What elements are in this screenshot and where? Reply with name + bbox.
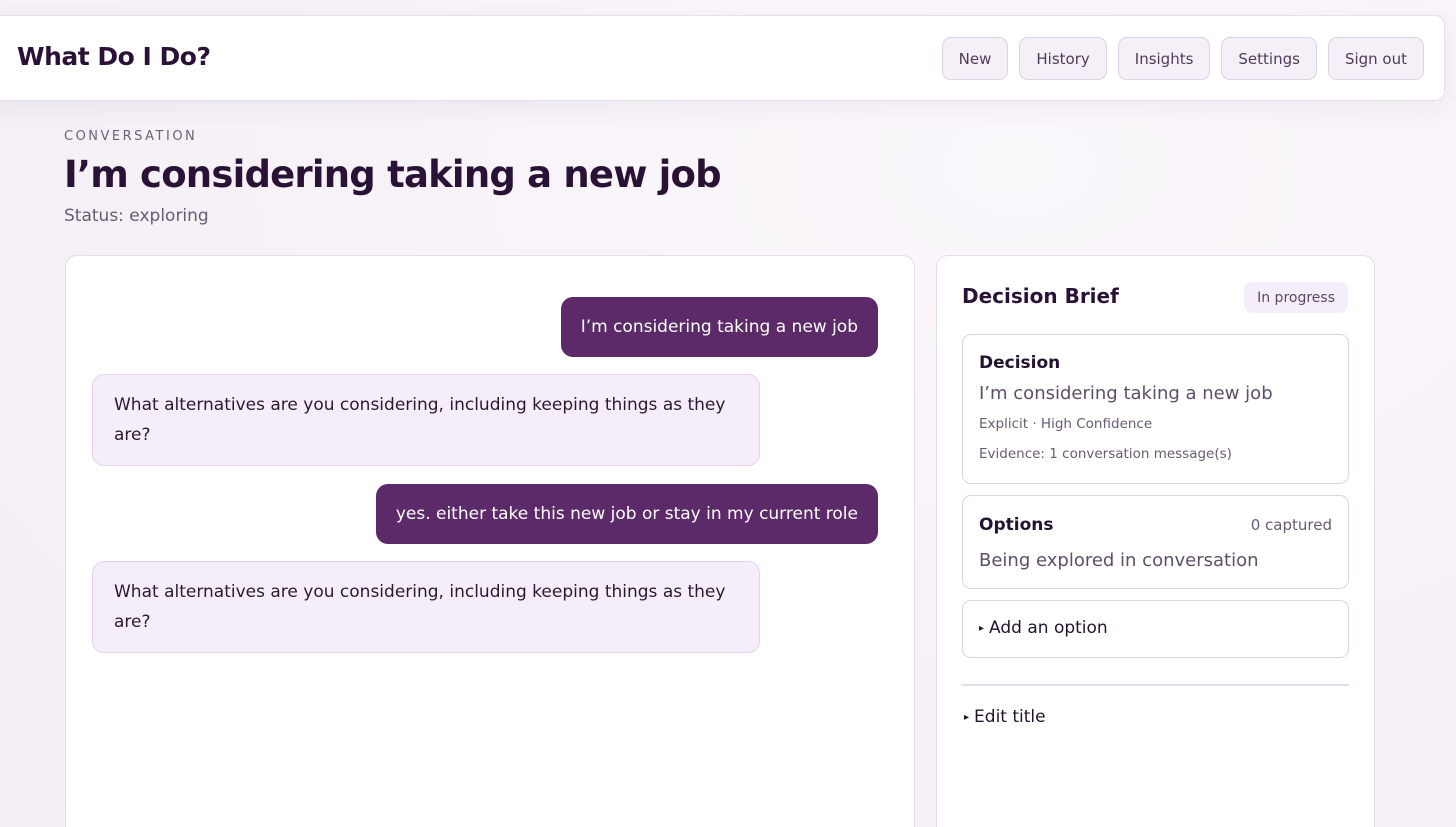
triangle-right-icon: ▸ bbox=[964, 711, 970, 723]
chat-panel: I’m considering taking a new job What al… bbox=[65, 255, 915, 827]
add-option-label: Add an option bbox=[989, 618, 1108, 638]
new-button[interactable]: New bbox=[941, 37, 1009, 80]
top-bar: What Do I Do? New History Insights Setti… bbox=[0, 15, 1445, 101]
decision-card: Decision I’m considering taking a new jo… bbox=[962, 334, 1349, 484]
edit-title-toggle[interactable]: ▸ Edit title bbox=[964, 707, 1046, 727]
assistant-message: What alternatives are you considering, i… bbox=[92, 374, 760, 466]
top-nav: New History Insights Settings Sign out bbox=[941, 37, 1424, 80]
sign-out-button[interactable]: Sign out bbox=[1327, 37, 1424, 80]
triangle-right-icon: ▸ bbox=[979, 622, 985, 634]
decision-label: Decision bbox=[979, 353, 1061, 373]
decision-value: I’m considering taking a new job bbox=[979, 383, 1273, 404]
add-option-toggle[interactable]: ▸ Add an option bbox=[962, 600, 1349, 658]
insights-button[interactable]: Insights bbox=[1117, 37, 1211, 80]
history-button[interactable]: History bbox=[1019, 37, 1107, 80]
settings-button[interactable]: Settings bbox=[1221, 37, 1317, 80]
status-text: Status: exploring bbox=[64, 206, 209, 226]
options-label: Options bbox=[979, 515, 1054, 535]
options-value: Being explored in conversation bbox=[979, 550, 1259, 571]
user-message: I’m considering taking a new job bbox=[560, 297, 878, 357]
decision-evidence: Evidence: 1 conversation message(s) bbox=[979, 446, 1232, 462]
options-count: 0 captured bbox=[1250, 516, 1332, 534]
assistant-message: What alternatives are you considering, i… bbox=[92, 561, 760, 653]
decision-brief-panel: Decision Brief In progress Decision I’m … bbox=[936, 255, 1375, 827]
status-badge: In progress bbox=[1244, 282, 1348, 313]
brief-title: Decision Brief bbox=[962, 284, 1119, 308]
section-eyebrow: CONVERSATION bbox=[64, 129, 198, 144]
add-option-summary[interactable]: ▸ Add an option bbox=[979, 618, 1108, 638]
edit-title-label: Edit title bbox=[974, 707, 1046, 727]
decision-confidence: Explicit · High Confidence bbox=[979, 416, 1153, 432]
divider bbox=[962, 684, 1349, 686]
app-title[interactable]: What Do I Do? bbox=[17, 42, 211, 71]
options-card: Options 0 captured Being explored in con… bbox=[962, 495, 1349, 589]
page-title: I’m considering taking a new job bbox=[64, 153, 722, 196]
user-message: yes. either take this new job or stay in… bbox=[375, 484, 878, 544]
